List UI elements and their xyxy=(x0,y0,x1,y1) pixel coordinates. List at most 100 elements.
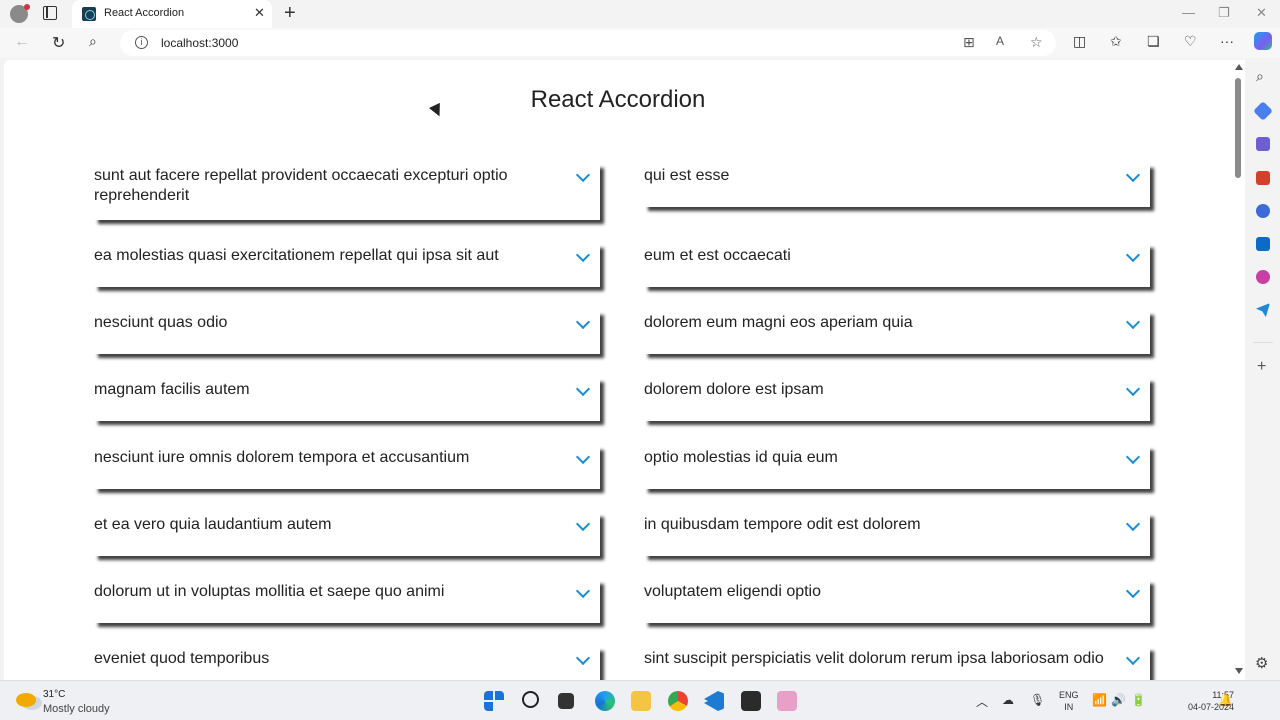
notification-bell-icon[interactable]: 🔔 xyxy=(1218,693,1233,707)
accordion-item[interactable]: dolorum ut in voluptas mollitia et saepe… xyxy=(94,580,600,623)
more-menu-icon[interactable]: ··· xyxy=(1220,33,1234,49)
add-sidebar-app-icon[interactable]: + xyxy=(1257,358,1266,376)
snipping-tool-icon[interactable] xyxy=(777,691,797,711)
start-icon[interactable] xyxy=(484,691,504,711)
accordion-title: eum et est occaecati xyxy=(644,247,791,264)
weather-condition[interactable]: Mostly cloudy xyxy=(43,703,110,715)
scroll-thumb[interactable] xyxy=(1235,78,1241,178)
copilot-icon[interactable] xyxy=(1254,32,1272,50)
tray-chevron-up-icon[interactable]: ︿ xyxy=(976,693,988,710)
task-view-icon[interactable] xyxy=(558,693,574,709)
tab-actions-icon[interactable] xyxy=(43,6,57,20)
file-explorer-icon[interactable] xyxy=(631,691,651,711)
sidebar-search-icon[interactable]: ⌕ xyxy=(1256,68,1264,85)
drop-icon[interactable] xyxy=(1256,270,1270,284)
chevron-down-icon[interactable] xyxy=(575,314,591,330)
accordion-item[interactable]: sint suscipit perspiciatis velit dolorum… xyxy=(644,647,1150,680)
chevron-down-icon[interactable] xyxy=(1125,167,1141,183)
wifi-icon[interactable]: 📶 xyxy=(1092,693,1107,707)
chevron-down-icon[interactable] xyxy=(575,167,591,183)
accordion-title: voluptatem eligendi optio xyxy=(644,583,822,600)
sidebar-divider xyxy=(1253,342,1273,343)
browser-essentials-icon[interactable]: ♡ xyxy=(1184,33,1197,50)
terminal-icon[interactable] xyxy=(741,691,761,711)
accordion-item[interactable]: ea molestias quasi exercitationem repell… xyxy=(94,244,600,287)
close-window-icon[interactable]: ✕ xyxy=(1256,5,1267,21)
read-aloud-icon[interactable]: A xyxy=(996,34,1004,48)
chevron-down-icon[interactable] xyxy=(1125,650,1141,666)
accordion-item[interactable]: eveniet quod temporibus xyxy=(94,647,600,680)
tools-icon[interactable] xyxy=(1256,171,1270,185)
back-icon[interactable]: ← xyxy=(14,33,30,51)
sidebar-settings-icon[interactable]: ⚙ xyxy=(1255,654,1268,672)
chevron-down-icon[interactable] xyxy=(575,516,591,532)
accordion-item[interactable]: sunt aut facere repellat provident occae… xyxy=(94,164,600,220)
chrome-icon[interactable] xyxy=(668,691,688,711)
chevron-down-icon[interactable] xyxy=(575,381,591,397)
accordion-item[interactable]: magnam facilis autem xyxy=(94,378,600,421)
accordion-item[interactable]: in quibusdam tempore odit est dolorem xyxy=(644,513,1150,556)
outlook-icon[interactable] xyxy=(1256,237,1270,251)
accordion-item[interactable]: optio molestias id quia eum xyxy=(644,446,1150,489)
notification-dot xyxy=(24,4,30,10)
chevron-down-icon[interactable] xyxy=(1125,247,1141,263)
scroll-down-icon[interactable] xyxy=(1235,668,1243,674)
accordion-title: ea molestias quasi exercitationem repell… xyxy=(94,247,499,264)
accordion-item[interactable]: dolorem eum magni eos aperiam quia xyxy=(644,311,1150,354)
chess-icon[interactable] xyxy=(1256,137,1270,151)
language-indicator[interactable]: ENG IN xyxy=(1059,689,1079,713)
accordion-item[interactable]: eum et est occaecati xyxy=(644,244,1150,287)
chevron-down-icon[interactable] xyxy=(575,247,591,263)
chevron-down-icon[interactable] xyxy=(1125,381,1141,397)
vscode-icon[interactable] xyxy=(704,691,724,711)
react-favicon-icon xyxy=(82,7,96,21)
app-available-icon[interactable]: ⊞ xyxy=(963,34,975,51)
url-text[interactable]: localhost:3000 xyxy=(161,36,238,50)
accordion-item[interactable]: nesciunt quas odio xyxy=(94,311,600,354)
accordion-item[interactable]: voluptatem eligendi optio xyxy=(644,580,1150,623)
chevron-down-icon[interactable] xyxy=(575,583,591,599)
favorite-star-icon[interactable]: ☆ xyxy=(1030,34,1043,51)
volume-icon[interactable]: 🔊 xyxy=(1111,693,1126,707)
chevron-down-icon[interactable] xyxy=(1125,583,1141,599)
address-bar[interactable]: i localhost:3000 ⊞ A ☆ xyxy=(120,30,1056,56)
tab-strip: React Accordion ✕ + — ❐ ✕ xyxy=(0,0,1280,28)
collections-icon[interactable]: ❏ xyxy=(1147,33,1160,50)
language-code: ENG xyxy=(1059,690,1079,700)
minimize-icon[interactable]: — xyxy=(1182,5,1195,20)
taskbar-search-icon[interactable] xyxy=(522,691,539,708)
favorites-icon[interactable]: ✩ xyxy=(1110,33,1122,50)
microphone-icon[interactable]: 🎙 xyxy=(1030,693,1045,707)
split-screen-icon[interactable]: ◫ xyxy=(1073,33,1086,50)
chevron-down-icon[interactable] xyxy=(1125,449,1141,465)
accordion-title: magnam facilis autem xyxy=(94,381,250,398)
accordion-title: nesciunt quas odio xyxy=(94,314,228,331)
accordion-title: sint suscipit perspiciatis velit dolorum… xyxy=(644,650,1104,667)
m365-icon[interactable] xyxy=(1256,204,1270,218)
accordion-item[interactable]: et ea vero quia laudantium autem xyxy=(94,513,600,556)
onedrive-icon[interactable]: ☁ xyxy=(1002,693,1014,707)
edge-taskbar-icon[interactable] xyxy=(595,691,615,711)
tab-react-accordion[interactable]: React Accordion ✕ xyxy=(72,0,272,28)
chevron-down-icon[interactable] xyxy=(1125,516,1141,532)
weather-cloud-icon[interactable] xyxy=(16,693,36,707)
new-tab-button[interactable]: + xyxy=(284,2,296,25)
refresh-icon[interactable]: ↻ xyxy=(52,33,65,53)
telegram-icon[interactable] xyxy=(1256,303,1270,317)
weather-temperature[interactable]: 31°C xyxy=(43,689,65,700)
accordion-item[interactable]: qui est esse xyxy=(644,164,1150,207)
accordion-item[interactable]: dolorem dolore est ipsam xyxy=(644,378,1150,421)
chevron-down-icon[interactable] xyxy=(1125,314,1141,330)
maximize-icon[interactable]: ❐ xyxy=(1218,5,1230,21)
chevron-down-icon[interactable] xyxy=(575,449,591,465)
close-tab-icon[interactable]: ✕ xyxy=(254,5,265,21)
accordion-item[interactable]: nesciunt iure omnis dolorem tempora et a… xyxy=(94,446,600,489)
shopping-tag-icon[interactable] xyxy=(1253,101,1273,121)
page-scrollbar[interactable] xyxy=(1232,60,1245,680)
accordion-title: eveniet quod temporibus xyxy=(94,650,270,667)
chevron-down-icon[interactable] xyxy=(575,650,591,666)
scroll-up-icon[interactable] xyxy=(1235,64,1243,70)
site-info-icon[interactable]: i xyxy=(135,36,148,49)
battery-icon[interactable]: 🔋 xyxy=(1131,693,1146,707)
search-icon[interactable]: ⌕ xyxy=(89,33,97,50)
